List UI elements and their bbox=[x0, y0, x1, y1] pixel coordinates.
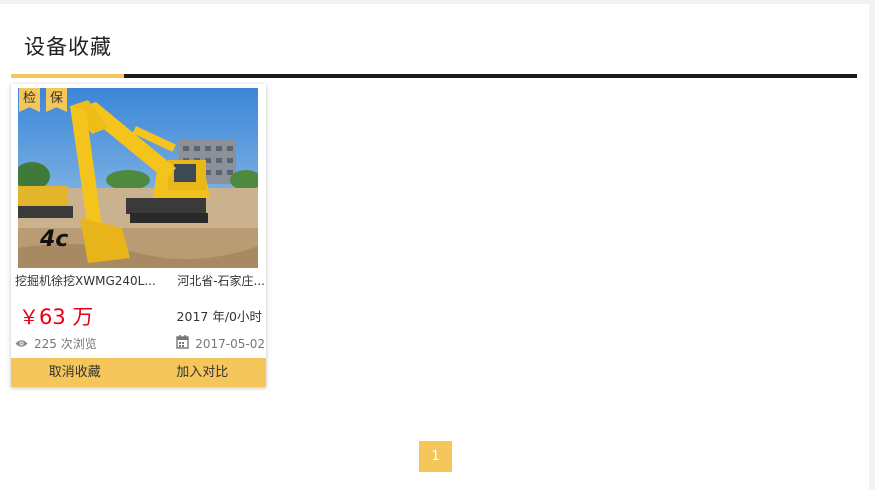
card-meta: 225 次浏览 2017-05-02 bbox=[15, 335, 265, 352]
cancel-favorite-button[interactable]: 取消收藏 bbox=[11, 358, 139, 387]
page-number-current[interactable]: 1 bbox=[419, 441, 452, 472]
equipment-name[interactable]: 挖掘机徐挖XWMG240L... bbox=[15, 272, 156, 289]
card-actions: 取消收藏 加入对比 bbox=[11, 358, 266, 387]
card-title-row: 挖掘机徐挖XWMG240L... 河北省-石家庄... bbox=[15, 272, 265, 289]
equipment-location: 河北省-石家庄... bbox=[177, 274, 265, 288]
view-count: 225 次浏览 bbox=[34, 337, 97, 351]
equipment-photo[interactable]: 4c bbox=[18, 88, 258, 268]
calendar-icon bbox=[176, 335, 189, 352]
price-unit: 万 bbox=[72, 305, 94, 329]
add-compare-button[interactable]: 加入对比 bbox=[139, 358, 267, 387]
listing-date: 2017-05-02 bbox=[195, 336, 265, 351]
title-underline bbox=[11, 74, 857, 78]
price: ￥63 万 bbox=[19, 301, 93, 331]
year-hours: 2017 年/0小时 bbox=[176, 309, 262, 324]
page-title: 设备收藏 bbox=[24, 35, 112, 59]
active-tab-indicator bbox=[11, 74, 124, 78]
price-value: 63 bbox=[39, 305, 66, 329]
svg-text:4c: 4c bbox=[39, 227, 68, 252]
equipment-card[interactable]: 4c 检 保 挖掘机徐挖XWMG240L... 河北省-石家庄... ￥63 万… bbox=[11, 84, 266, 387]
eye-icon bbox=[15, 337, 28, 351]
excavator-image: 4c bbox=[18, 88, 258, 268]
price-currency: ￥ bbox=[19, 305, 39, 329]
